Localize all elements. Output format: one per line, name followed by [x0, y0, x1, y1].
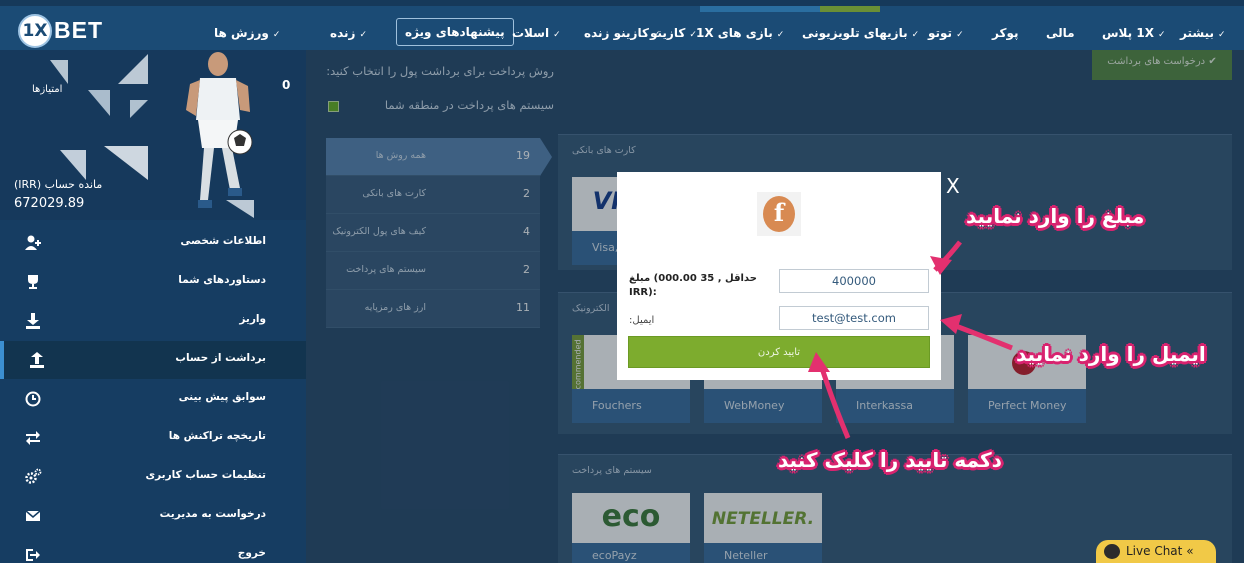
- amount-label: مبلغ (حداقل , 35 000.00 IRR):: [629, 273, 757, 298]
- nav-special-offers[interactable]: پیشنهادهای ویژه: [396, 18, 514, 46]
- user-add-icon: [24, 234, 42, 252]
- sidebar-item-withdraw[interactable]: برداشت از حساب: [0, 341, 306, 379]
- sidebar-item-label: اطلاعات شخصی: [180, 235, 266, 247]
- confirm-button[interactable]: تایید کردن: [628, 336, 930, 368]
- top-strip: [700, 6, 820, 12]
- upload-icon: [28, 351, 46, 369]
- nav-toto[interactable]: ✓توتو: [928, 20, 964, 46]
- annotation-enter-amount: مبلغ را وارد نمایید: [966, 204, 1145, 228]
- sidebar-item-label: تاریخچه تراکنش ها: [168, 430, 266, 442]
- nav-casino[interactable]: ✓کازینو: [650, 20, 697, 46]
- withdraw-modal: f مبلغ (حداقل , 35 000.00 IRR): 400000 ا…: [617, 172, 941, 380]
- gears-icon: [24, 468, 42, 486]
- nav-poker[interactable]: پوکر: [992, 20, 1018, 46]
- chat-bubble-icon: [1104, 544, 1120, 559]
- logo-mark: 1X: [18, 14, 52, 48]
- envelope-icon: [24, 507, 42, 525]
- sidebar-item-label: واریز: [239, 313, 266, 325]
- top-navigation: 1X BET ✓ورزش ها ✓زنده پیشنهادهای ویژه ✓ا…: [0, 0, 1244, 50]
- sidebar-item-logout[interactable]: خروج: [0, 536, 306, 563]
- nav-1x-games[interactable]: ✓بازی های 1X: [696, 20, 784, 46]
- decor-shard: [88, 90, 110, 116]
- football-player-image: [186, 52, 253, 208]
- brand-logo[interactable]: 1X BET: [18, 14, 128, 48]
- nav-sports[interactable]: ✓ورزش ها: [214, 20, 280, 46]
- sidebar-item-label: تنظیمات حساب کاربری: [145, 469, 266, 481]
- balance-label: (IRR) مانده حساب: [14, 178, 103, 191]
- live-chat-button[interactable]: Live Chat «: [1096, 540, 1216, 563]
- sidebar-item-personal-info[interactable]: اطلاعات شخصی: [0, 224, 306, 262]
- sidebar-item-deposit[interactable]: واریز: [0, 302, 306, 340]
- close-modal-button[interactable]: X: [946, 174, 960, 198]
- transfer-icon: [24, 429, 42, 447]
- amount-input[interactable]: 400000: [779, 269, 929, 293]
- nav-more[interactable]: ✓بیشتر: [1180, 20, 1226, 46]
- sidebar-item-transactions[interactable]: تاریخچه تراکنش ها: [0, 419, 306, 457]
- nav-live[interactable]: ✓زنده: [330, 20, 367, 46]
- logout-icon: [24, 546, 42, 563]
- sidebar-item-settings[interactable]: تنظیمات حساب کاربری: [0, 458, 306, 496]
- download-icon: [24, 312, 42, 330]
- decor-shard: [50, 60, 68, 84]
- account-sidebar: امتیازها 0 (IRR) مانده حساب 672029.89 اط…: [0, 50, 306, 563]
- sidebar-hero: امتیازها 0 (IRR) مانده حساب 672029.89: [0, 50, 306, 220]
- sidebar-item-achievements[interactable]: دستاوردهای شما: [0, 263, 306, 301]
- sidebar-item-label: دستاوردهای شما: [178, 274, 266, 286]
- points-value: 0: [282, 78, 291, 92]
- chevron-up-icon: «: [1186, 544, 1194, 558]
- top-strip-accent: [820, 6, 880, 12]
- points-label: امتیازها: [32, 84, 63, 95]
- decor-shard: [104, 146, 148, 180]
- nav-financial[interactable]: مالی: [1046, 20, 1075, 46]
- sidebar-item-contact-admin[interactable]: درخواست به مدیریت: [0, 497, 306, 535]
- sidebar-item-bet-history[interactable]: سوابق پیش بینی: [0, 380, 306, 418]
- nav-slots[interactable]: ✓اسلات: [512, 20, 561, 46]
- sidebar-item-label: برداشت از حساب: [175, 352, 266, 364]
- decor-shard: [130, 100, 148, 118]
- sidebar-item-label: درخواست به مدیریت: [159, 508, 266, 520]
- logo-word: BET: [54, 17, 103, 43]
- email-input[interactable]: test@test.com: [779, 306, 929, 330]
- clock-icon: [24, 390, 42, 408]
- annotation-enter-email: ایمیل را وارد نمایید: [1016, 342, 1206, 366]
- nav-tv-games[interactable]: ✓بازیهای تلویزیونی: [802, 20, 919, 46]
- email-label: ایمیل:: [629, 315, 655, 326]
- sidebar-item-label: خروج: [237, 547, 266, 559]
- decor-shard: [60, 150, 86, 180]
- nav-1x-plus[interactable]: ✓1X پلاس: [1102, 20, 1166, 46]
- trophy-icon: [24, 273, 42, 291]
- sidebar-item-label: سوابق پیش بینی: [178, 391, 266, 403]
- decor-shard: [118, 54, 148, 84]
- nav-live-casino[interactable]: ✓کازینو زنده: [584, 20, 660, 46]
- annotation-click-confirm: دکمه تایید را کلیک کنید: [778, 448, 1002, 472]
- payment-method-logo: f: [757, 192, 801, 236]
- balance-value: 672029.89: [14, 196, 85, 211]
- fouchers-f-icon: f: [763, 196, 795, 232]
